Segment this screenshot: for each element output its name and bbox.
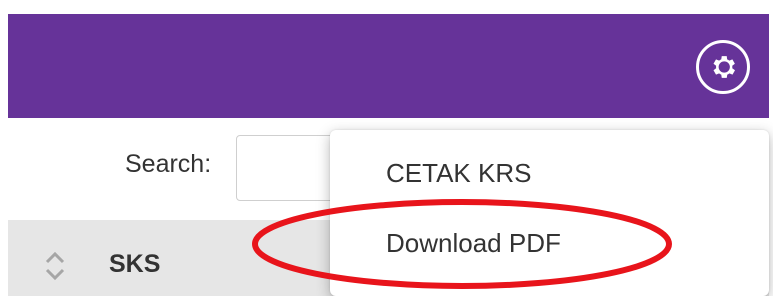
settings-button[interactable] xyxy=(696,40,750,94)
top-margin xyxy=(0,0,773,14)
menu-item-cetak-krs[interactable]: CETAK KRS xyxy=(386,158,531,189)
menu-item-download-pdf[interactable]: Download PDF xyxy=(386,228,561,259)
app-header xyxy=(8,14,769,118)
column-header-sks[interactable]: SKS xyxy=(109,250,160,279)
sort-updown-icon[interactable] xyxy=(42,250,68,282)
search-label: Search: xyxy=(125,150,212,178)
settings-dropdown-menu: CETAK KRS Download PDF xyxy=(330,130,769,296)
gear-icon xyxy=(713,56,735,78)
